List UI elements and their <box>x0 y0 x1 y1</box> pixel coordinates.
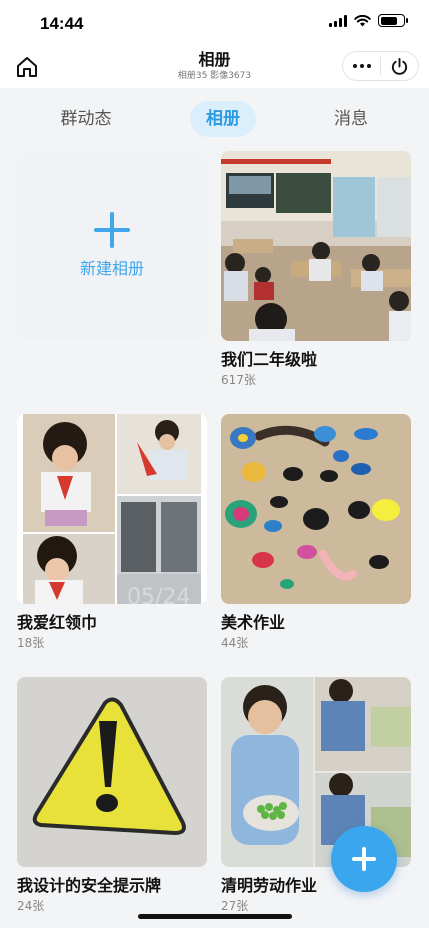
wifi-icon <box>354 14 371 26</box>
cellular-signal-icon <box>329 14 347 27</box>
nav-bar: 相册 相册35 影像3673 <box>0 46 429 88</box>
battery-icon <box>378 14 408 27</box>
album-title: 我爱红领巾 <box>17 613 98 632</box>
album-card[interactable]: 我设计的安全提示牌 24张 <box>17 677 207 914</box>
status-bar: 14:44 <box>0 0 429 46</box>
album-cover-classroom <box>221 151 411 341</box>
close-program-button[interactable] <box>381 52 418 80</box>
more-button[interactable] <box>343 52 380 80</box>
tab-messages[interactable]: 消息 <box>318 101 384 137</box>
mini-program-capsule <box>342 51 419 81</box>
album-count: 18张 <box>17 636 45 650</box>
add-button[interactable] <box>331 826 397 892</box>
new-album-button[interactable]: 新建相册 <box>17 151 207 341</box>
tab-bar: 群动态 相册 消息 <box>0 88 429 148</box>
collage-date-overlay: 05/24 <box>127 585 190 604</box>
status-time: 14:44 <box>40 14 84 33</box>
battery-fill <box>380 16 397 25</box>
album-card[interactable]: 05/24 我爱红领巾 18张 <box>17 414 207 651</box>
album-count: 24张 <box>17 899 45 913</box>
tab-albums[interactable]: 相册 <box>190 101 256 137</box>
album-cover-safety-sign <box>17 677 207 867</box>
tab-group-feed[interactable]: 群动态 <box>40 101 132 137</box>
album-cover-red-scarf: 05/24 <box>17 414 207 604</box>
album-card[interactable]: 我们二年级啦 617张 <box>221 151 411 388</box>
album-count: 44张 <box>221 636 249 650</box>
album-title: 我设计的安全提示牌 <box>17 876 162 895</box>
album-cover-art-homework <box>221 414 411 604</box>
new-album-label: 新建相册 <box>79 259 144 278</box>
content-area: 群动态 相册 消息 新建相册 我们二年级啦 617张 05/24 我爱红领巾 1… <box>0 88 429 928</box>
home-indicator <box>138 914 292 919</box>
more-dots-icon <box>352 64 371 68</box>
album-count: 27张 <box>221 899 249 913</box>
album-title: 美术作业 <box>221 613 286 632</box>
plus-icon <box>352 847 376 871</box>
album-card[interactable]: 美术作业 44张 <box>221 414 411 651</box>
status-icons <box>329 14 408 27</box>
album-title: 我们二年级啦 <box>221 350 318 369</box>
power-icon <box>391 57 408 75</box>
album-count: 617张 <box>221 373 256 387</box>
